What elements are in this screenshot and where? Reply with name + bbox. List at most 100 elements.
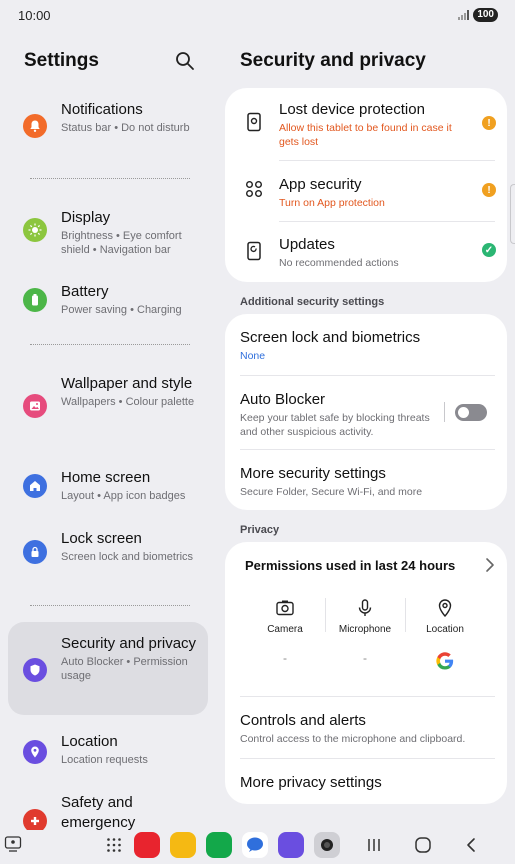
security-status-card: Lost device protection Allow this tablet… xyxy=(225,88,507,282)
notes-app-icon[interactable] xyxy=(134,832,160,858)
updates-row[interactable]: Updates No recommended actions ✓ xyxy=(225,230,507,276)
camera-app-icon[interactable] xyxy=(314,832,340,858)
sidebar-item-label: Display xyxy=(61,209,111,226)
sidebar-item-sub: Location requests xyxy=(61,754,148,766)
sidebar-item-label: Security and privacy xyxy=(61,635,197,652)
sidebar-item-sub: Brightness • Eye comfort shield • Naviga… xyxy=(61,230,182,256)
navigation-bar xyxy=(0,830,515,864)
microphone-icon xyxy=(358,599,372,616)
edge-panel-handle[interactable] xyxy=(510,184,515,244)
row-label: More privacy settings xyxy=(240,774,382,791)
sidebar-item-display[interactable]: Display Brightness • Eye comfort shield … xyxy=(8,200,208,264)
signal-icon xyxy=(458,10,470,20)
phone-app-icon[interactable] xyxy=(206,832,232,858)
battery-indicator: 100 xyxy=(473,8,498,22)
settings-title: Settings xyxy=(24,50,99,71)
tablet-update-icon xyxy=(247,241,261,261)
auto-blocker-toggle[interactable] xyxy=(455,404,487,421)
back-button[interactable] xyxy=(464,837,478,853)
home-icon xyxy=(23,474,47,498)
keyboard-toggle-icon[interactable] xyxy=(4,835,22,853)
status-bar: 10:00 100 xyxy=(0,0,515,32)
status-time: 10:00 xyxy=(18,8,51,23)
sidebar-item-notifications[interactable]: Notifications Status bar • Do not distur… xyxy=(8,94,208,158)
row-divider xyxy=(279,221,495,222)
sidebar-item-home-screen[interactable]: Home screen Layout • App icon badges xyxy=(8,462,208,508)
app-drawer-icon[interactable] xyxy=(106,837,122,853)
sidebar-item-label: Location xyxy=(61,733,118,750)
divider xyxy=(30,605,190,606)
folder-app-icon[interactable] xyxy=(170,832,196,858)
warning-icon: ! xyxy=(482,116,496,130)
camera-icon xyxy=(276,600,294,616)
battery-icon xyxy=(23,288,47,312)
internet-app-icon[interactable] xyxy=(278,832,304,858)
sidebar-item-safety[interactable]: Safety and emergency xyxy=(8,787,208,830)
row-sub: Control access to the microphone and cli… xyxy=(240,733,466,745)
messages-app-icon[interactable] xyxy=(242,832,268,858)
more-security-row[interactable]: More security settings Secure Folder, Se… xyxy=(240,464,490,499)
additional-security-card: Screen lock and biometrics None Auto Blo… xyxy=(225,314,507,510)
sidebar-item-label: Home screen xyxy=(61,469,151,486)
permission-microphone[interactable]: Microphone - xyxy=(325,598,405,667)
privacy-card: Permissions used in last 24 hours Camera… xyxy=(225,542,507,804)
row-sub: No recommended actions xyxy=(279,257,399,269)
row-sub: None xyxy=(240,350,266,362)
row-label: Screen lock and biometrics xyxy=(240,329,421,346)
location-pin-icon xyxy=(438,599,452,618)
home-button[interactable] xyxy=(414,836,432,854)
sidebar-item-sub: Screen lock and biometrics xyxy=(61,551,194,563)
toggle-divider xyxy=(444,402,445,422)
shield-icon xyxy=(23,658,47,682)
lock-icon xyxy=(23,540,47,564)
app-security-row[interactable]: App security Turn on App protection ! xyxy=(225,170,507,216)
sidebar-item-sub: Auto Blocker • Permission usage xyxy=(61,656,188,682)
row-sub: Allow this tablet to be found in case it… xyxy=(279,122,452,148)
divider xyxy=(30,344,190,345)
sidebar-item-label: Wallpaper and style xyxy=(61,375,193,392)
row-divider xyxy=(279,160,495,161)
google-app-icon xyxy=(405,651,485,670)
chevron-right-icon[interactable] xyxy=(483,556,497,574)
row-label: Controls and alerts xyxy=(240,712,366,729)
sidebar-item-location[interactable]: Location Location requests xyxy=(8,726,208,772)
sidebar-item-label: Lock screen xyxy=(61,530,142,547)
sidebar-item-security[interactable]: Security and privacy Auto Blocker • Perm… xyxy=(8,622,208,715)
permission-value: - xyxy=(283,651,287,665)
row-divider xyxy=(240,696,495,697)
lost-device-protection-row[interactable]: Lost device protection Allow this tablet… xyxy=(225,98,507,154)
search-icon[interactable] xyxy=(174,50,196,72)
sidebar-item-sub: Power saving • Charging xyxy=(61,304,182,316)
warning-icon: ! xyxy=(482,183,496,197)
sidebar-item-lock-screen[interactable]: Lock screen Screen lock and biometrics xyxy=(8,522,208,584)
sidebar-item-wallpaper[interactable]: Wallpaper and style Wallpapers • Colour … xyxy=(8,366,208,446)
app-grid-icon xyxy=(246,181,262,197)
row-label: More security settings xyxy=(240,465,386,482)
security-privacy-pane: Security and privacy Lost device protect… xyxy=(225,32,507,830)
check-icon: ✓ xyxy=(482,243,496,257)
row-divider xyxy=(240,449,495,450)
row-sub: Secure Folder, Secure Wi-Fi, and more xyxy=(240,486,423,498)
row-divider xyxy=(240,758,495,759)
controls-alerts-row[interactable]: Controls and alerts Control access to th… xyxy=(240,711,490,746)
permission-location[interactable]: Location xyxy=(405,598,485,670)
bell-icon xyxy=(23,114,47,138)
section-header-additional: Additional security settings xyxy=(240,296,385,308)
more-privacy-row[interactable]: More privacy settings xyxy=(240,773,490,792)
sidebar-item-label: Battery xyxy=(61,283,109,300)
auto-blocker-row[interactable]: Auto Blocker Keep your tablet safe by bl… xyxy=(240,390,440,439)
sidebar-item-battery[interactable]: Battery Power saving • Charging xyxy=(8,277,208,323)
tablet-find-icon xyxy=(247,112,261,132)
row-sub: Keep your tablet safe by blocking threat… xyxy=(240,412,430,438)
status-icons: 100 xyxy=(458,8,498,22)
sidebar-item-label: Safety and emergency xyxy=(61,794,136,830)
recents-button[interactable] xyxy=(366,837,382,853)
row-label: Lost device protection xyxy=(279,101,425,118)
settings-list-pane: Settings Notifications Status bar • Do n… xyxy=(0,32,218,830)
page-title: Security and privacy xyxy=(240,50,426,71)
permission-camera[interactable]: Camera - xyxy=(245,598,325,667)
sidebar-item-sub: Wallpapers • Colour palette xyxy=(61,396,195,408)
screen-lock-row[interactable]: Screen lock and biometrics None xyxy=(240,328,490,363)
row-label: App security xyxy=(279,176,362,193)
permissions-title[interactable]: Permissions used in last 24 hours xyxy=(245,558,455,573)
